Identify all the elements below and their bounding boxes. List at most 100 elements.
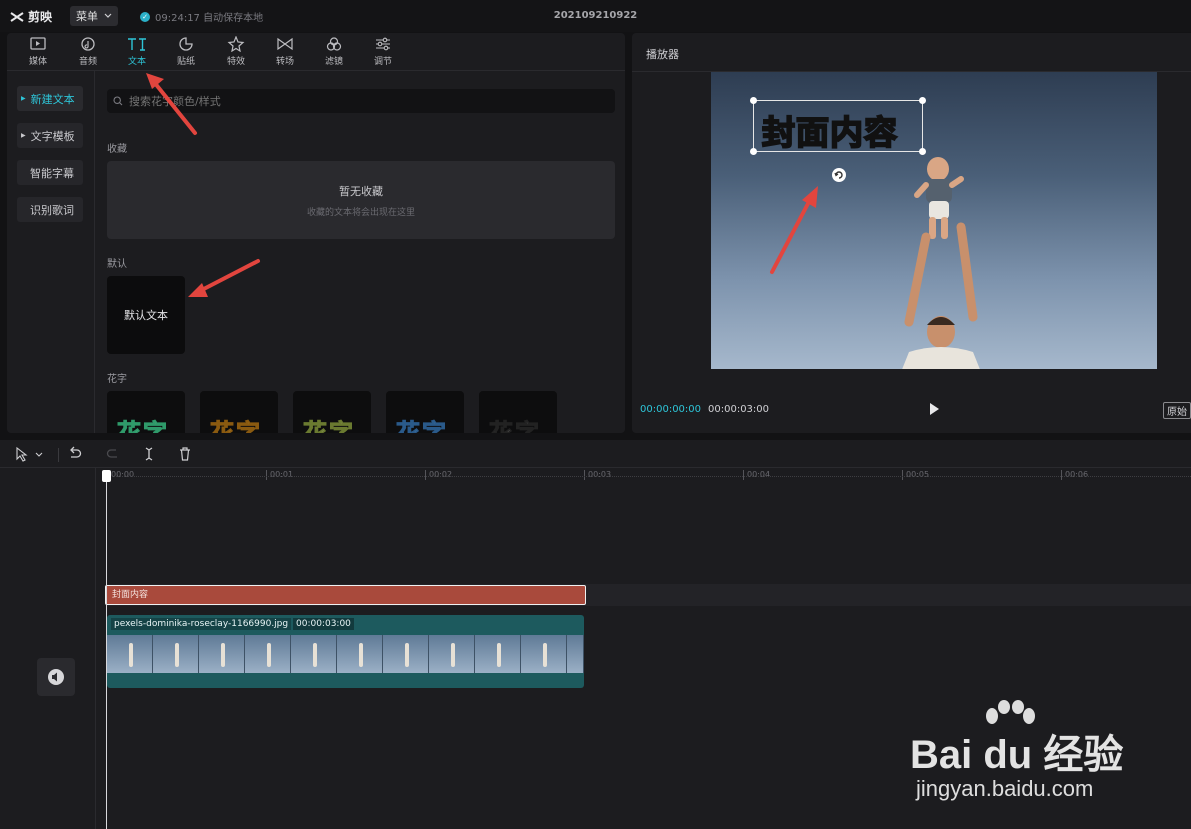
transition-icon	[277, 37, 293, 51]
text-sidebar: ▶ 新建文本 ▶ 文字模板 智能字幕 识别歌词	[7, 71, 95, 433]
ruler-tick-label: 00:05	[906, 470, 930, 479]
favorites-empty-subtitle: 收藏的文本将会出现在这里	[306, 207, 415, 218]
ruler-tick-label: 00:06	[1065, 470, 1089, 479]
tab-audio[interactable]: 音频	[66, 36, 110, 67]
thumbnail	[107, 635, 153, 673]
tab-adjust-label: 调节	[373, 57, 392, 67]
rotate-icon[interactable]	[831, 167, 847, 183]
tab-sticker[interactable]: 贴纸	[164, 36, 208, 67]
tab-adjust[interactable]: 调节	[361, 36, 405, 67]
fancy-text-card-1[interactable]: 花字	[107, 391, 185, 433]
tab-filter[interactable]: 滤镜	[312, 36, 356, 67]
ruler-tick	[266, 470, 267, 480]
sidebar-item-smart-subtitle[interactable]: 智能字幕	[17, 160, 83, 185]
sidebar-item-label: 智能字幕	[30, 166, 74, 180]
photo-person	[902, 157, 980, 369]
thumbnail	[337, 635, 383, 673]
playhead-handle[interactable]	[102, 470, 111, 482]
triangle-right-icon: ▶	[21, 95, 26, 102]
sticker-icon	[179, 37, 193, 51]
play-icon	[930, 403, 939, 415]
tab-media-label: 媒体	[28, 57, 47, 67]
favorites-empty-box: 暂无收藏 收藏的文本将会出现在这里	[107, 161, 615, 239]
tab-transition[interactable]: 转场	[263, 36, 307, 67]
search-icon	[113, 96, 123, 106]
track-header-column	[0, 468, 96, 829]
tab-text[interactable]: 文本	[115, 36, 159, 67]
cover-text-overlay[interactable]: 封面内容	[761, 106, 898, 154]
tab-effects[interactable]: 特效	[214, 36, 258, 67]
fancy-text-preview: 花字	[396, 419, 448, 434]
time-ruler[interactable]: 00:00 00:01 00:02 00:03 00:04 00:05 00:0…	[107, 468, 1191, 484]
ruler-tick	[584, 470, 585, 480]
ratio-button[interactable]: 原始	[1163, 402, 1191, 419]
tab-effects-label: 特效	[226, 57, 245, 67]
tab-audio-label: 音频	[78, 57, 97, 67]
thumbnail	[521, 635, 567, 673]
thumbnail	[291, 635, 337, 673]
tab-media[interactable]: 媒体	[16, 36, 60, 67]
audio-icon	[81, 37, 95, 51]
video-clip-name: pexels-dominika-roseclay-1166990.jpg	[111, 618, 292, 630]
ruler-tick-label: 00:02	[429, 470, 453, 479]
trash-icon	[180, 447, 190, 461]
video-clip-thumbnails	[107, 635, 584, 673]
ruler-minor-ticks	[107, 476, 1191, 477]
ruler-tick-label: 00:04	[747, 470, 771, 479]
watermark-url: jingyan.baidu.com	[916, 776, 1094, 801]
video-clip[interactable]: pexels-dominika-roseclay-1166990.jpg 00:…	[107, 615, 584, 688]
ruler-tick-label: 00:00	[111, 470, 135, 479]
baidu-watermark: Bai du 经验 jingyan.baidu.com	[910, 700, 1180, 810]
text-clip[interactable]: 封面内容	[105, 585, 586, 605]
default-text-card[interactable]: 默认文本	[107, 276, 185, 354]
fancy-text-label: 花字	[107, 374, 127, 385]
sidebar-item-label: 文字模板	[30, 129, 75, 143]
playhead-line[interactable]	[106, 478, 107, 829]
current-time: 00:00:00:00	[640, 404, 702, 415]
sidebar-item-lyrics[interactable]: 识别歌词	[17, 197, 83, 222]
resize-handle[interactable]	[750, 148, 757, 155]
ruler-tick	[902, 470, 903, 480]
delete-button[interactable]	[178, 446, 192, 462]
divider	[58, 448, 59, 462]
undo-button[interactable]	[68, 446, 82, 462]
annotation-arrow-icon	[770, 186, 818, 274]
text-icon	[128, 38, 146, 51]
redo-button[interactable]	[106, 446, 120, 462]
fancy-text-preview: 花字	[117, 419, 169, 434]
fancy-text-card-2[interactable]: 花字	[200, 391, 278, 433]
material-panel: 媒体 音频 文本 贴纸 特效 转场 滤镜 调节 ▶ 新建文本 ▶ 文字模板 智能…	[7, 33, 625, 433]
ruler-tick-label: 00:01	[270, 470, 294, 479]
player-panel: 播放器 封面内容 00:00:00:00 00:00:03:00 原始	[632, 33, 1191, 433]
adjust-icon	[376, 37, 390, 51]
mute-track-button[interactable]	[37, 658, 75, 696]
chevron-down-icon	[35, 452, 43, 457]
fancy-text-preview: 花字	[210, 419, 262, 434]
split-button[interactable]	[142, 446, 156, 462]
ruler-tick	[1061, 470, 1062, 480]
thumbnail	[429, 635, 475, 673]
timeline-toolbar	[0, 440, 1191, 468]
resize-handle[interactable]	[919, 148, 926, 155]
resize-handle[interactable]	[919, 97, 926, 104]
ruler-tick-label: 00:03	[588, 470, 612, 479]
split-icon	[145, 447, 153, 461]
favorites-label: 收藏	[107, 144, 127, 155]
play-button[interactable]	[928, 402, 940, 416]
ruler-tick	[743, 470, 744, 480]
project-name: 202109210922	[553, 10, 638, 21]
sidebar-item-new-text[interactable]: ▶ 新建文本	[17, 86, 83, 111]
annotation-arrow-icon	[188, 259, 260, 297]
fancy-text-card-3[interactable]: 花字	[293, 391, 371, 433]
redo-icon	[106, 449, 117, 458]
resize-handle[interactable]	[750, 97, 757, 104]
sidebar-item-text-template[interactable]: ▶ 文字模板	[17, 123, 83, 148]
select-tool-button[interactable]	[14, 446, 48, 462]
effects-icon	[227, 36, 245, 52]
thumbnail	[567, 635, 584, 673]
fancy-text-card-4[interactable]: 花字	[386, 391, 464, 433]
title-bar: 剪映 菜单 ✓ 09:24:17 自动保存本地 202109210922	[0, 0, 1191, 32]
cover-text-selection-box[interactable]: 封面内容	[750, 97, 926, 155]
fancy-text-card-5[interactable]: 花字	[479, 391, 557, 433]
speaker-icon	[48, 669, 64, 685]
